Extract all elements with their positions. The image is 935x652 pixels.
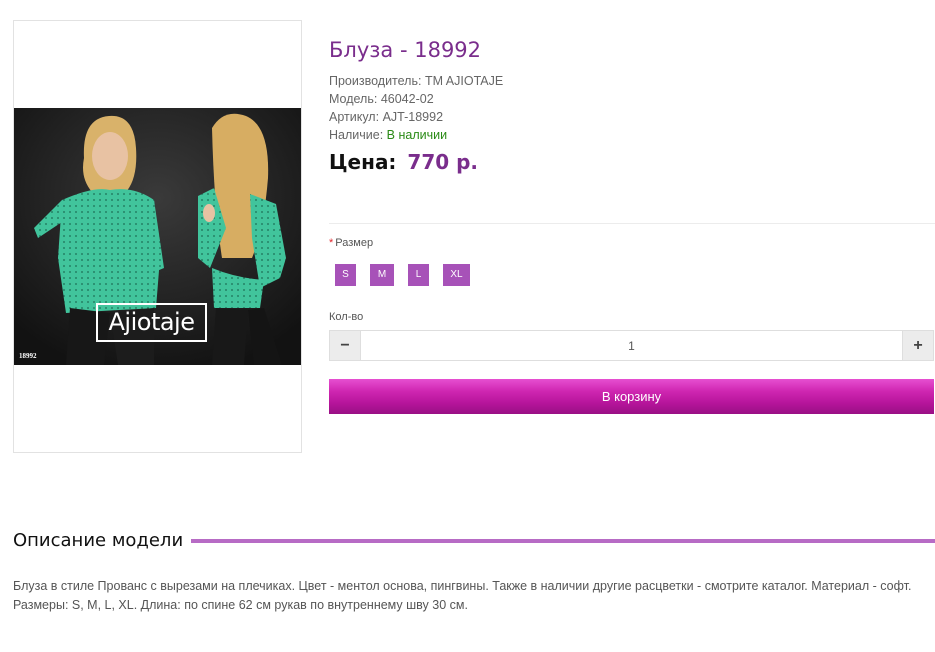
product-meta: Производитель: TM AJIOTAJE Модель: 46042… xyxy=(329,72,503,144)
description-text: Блуза в стиле Прованс с вырезами на плеч… xyxy=(13,579,912,612)
model-row: Модель: 46042-02 xyxy=(329,90,503,108)
quantity-stepper: − + xyxy=(329,330,934,361)
price-label: Цена: xyxy=(329,150,397,174)
plus-icon: + xyxy=(913,336,923,354)
manufacturer-value: TM AJIOTAJE xyxy=(424,74,504,88)
sku-value: AJT-18992 xyxy=(382,110,444,124)
size-label-text: Размер xyxy=(335,237,374,249)
quantity-input[interactable] xyxy=(361,330,902,361)
options-divider xyxy=(329,223,935,224)
add-to-cart-button[interactable]: В корзину xyxy=(329,379,934,414)
model-value: 46042-02 xyxy=(380,92,434,106)
description-header: Описание модели xyxy=(13,530,935,551)
quantity-increase-button[interactable]: + xyxy=(902,330,934,361)
size-option-l[interactable]: L xyxy=(408,264,429,286)
product-title: Блуза - 18992 xyxy=(329,38,482,62)
description-heading-rule xyxy=(191,538,935,543)
manufacturer-label: Производитель: xyxy=(329,74,422,88)
sku-label: Артикул: xyxy=(329,110,380,124)
sku-row: Артикул: AJT-18992 xyxy=(329,108,503,126)
price-row: Цена: 770 р. xyxy=(329,150,478,174)
model-label: Модель: xyxy=(329,92,378,106)
manufacturer-row: Производитель: TM AJIOTAJE xyxy=(329,72,503,90)
price-value: 770 р. xyxy=(407,150,479,174)
size-option-xl[interactable]: XL xyxy=(443,264,470,286)
size-option-s[interactable]: S xyxy=(335,264,356,286)
description-heading: Описание модели xyxy=(13,530,184,551)
quantity-label: Кол-во xyxy=(329,311,364,323)
required-mark: * xyxy=(329,237,334,249)
product-photo[interactable]: Ajiotaje 18992 xyxy=(14,108,301,365)
size-label: * Размер xyxy=(329,237,373,249)
availability-status: В наличии xyxy=(386,128,448,142)
product-image-frame[interactable]: Ajiotaje 18992 xyxy=(13,20,302,453)
size-options: S M L XL xyxy=(335,264,484,286)
availability-row: Наличие: В наличии xyxy=(329,126,503,144)
photo-code-label: 18992 xyxy=(19,352,37,360)
quantity-decrease-button[interactable]: − xyxy=(329,330,361,361)
minus-icon: − xyxy=(340,336,350,354)
brand-watermark: Ajiotaje xyxy=(96,303,207,342)
size-option-m[interactable]: M xyxy=(370,264,394,286)
availability-label: Наличие: xyxy=(329,128,384,142)
